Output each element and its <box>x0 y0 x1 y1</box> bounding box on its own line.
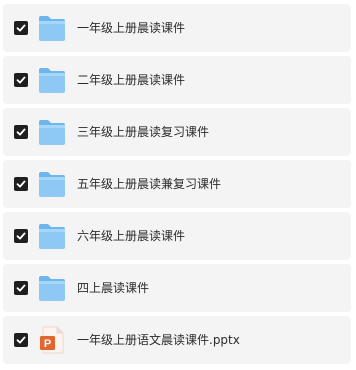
checkbox-checked[interactable] <box>14 281 28 295</box>
file-name: 六年级上册晨读课件 <box>77 229 186 243</box>
powerpoint-badge: P <box>44 338 51 350</box>
file-row[interactable]: 五年级上册晨读兼复习课件 <box>3 160 351 208</box>
file-name: 一年级上册语文晨读课件.pptx <box>77 333 240 347</box>
file-row[interactable]: 一年级上册晨读课件 <box>3 4 351 52</box>
folder-icon <box>36 64 68 96</box>
folder-icon <box>36 12 68 44</box>
file-name: 一年级上册晨读课件 <box>77 21 186 35</box>
checkbox-checked[interactable] <box>14 125 28 139</box>
checkbox-checked[interactable] <box>14 177 28 191</box>
file-row[interactable]: 二年级上册晨读课件 <box>3 56 351 104</box>
checkbox-checked[interactable] <box>14 333 28 347</box>
folder-icon <box>36 116 68 148</box>
file-row[interactable]: 四上晨读课件 <box>3 264 351 312</box>
folder-icon <box>36 168 68 200</box>
checkbox-checked[interactable] <box>14 229 28 243</box>
file-list: 一年级上册晨读课件 二年级上册晨读课件 三年级上册晨读复习课件 五年级上册晨读兼… <box>0 0 356 370</box>
file-row[interactable]: 六年级上册晨读课件 <box>3 212 351 260</box>
check-icon <box>16 180 26 188</box>
file-row[interactable]: 三年级上册晨读复习课件 <box>3 108 351 156</box>
check-icon <box>16 76 26 84</box>
folder-icon <box>36 272 68 304</box>
checkbox-checked[interactable] <box>14 21 28 35</box>
file-name: 三年级上册晨读复习课件 <box>77 125 210 139</box>
check-icon <box>16 24 26 32</box>
check-icon <box>16 336 26 344</box>
file-row[interactable]: P 一年级上册语文晨读课件.pptx <box>3 316 351 364</box>
check-icon <box>16 232 26 240</box>
file-name: 四上晨读课件 <box>77 281 150 295</box>
file-name: 五年级上册晨读兼复习课件 <box>77 177 222 191</box>
file-name: 二年级上册晨读课件 <box>77 73 186 87</box>
powerpoint-file-icon: P <box>36 324 68 356</box>
check-icon <box>16 128 26 136</box>
folder-icon <box>36 220 68 252</box>
checkbox-checked[interactable] <box>14 73 28 87</box>
check-icon <box>16 284 26 292</box>
